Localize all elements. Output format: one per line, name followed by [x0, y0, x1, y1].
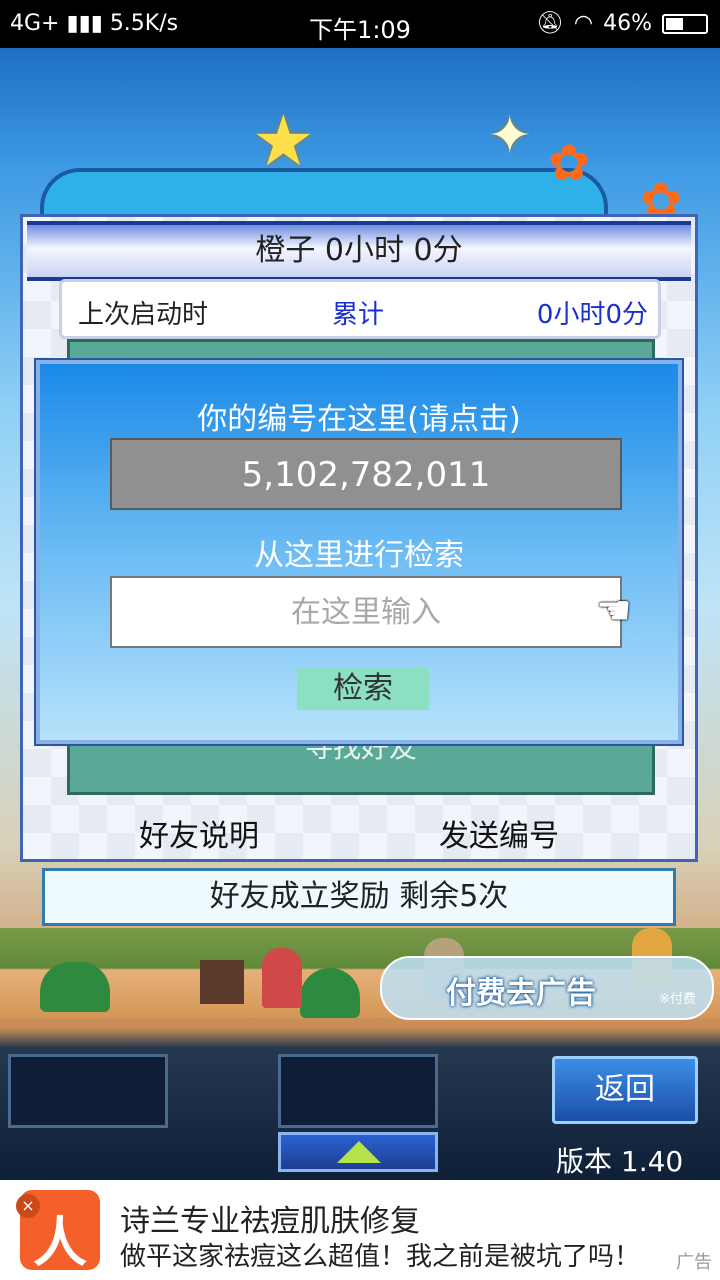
status-bar: 4G+ ▮▮▮ 5.5K/s 下午1:09 🔕︎ ◠ 46%	[0, 0, 720, 48]
menu-slot-left[interactable]	[8, 1054, 168, 1128]
remove-ads-button[interactable]: 付费去广告 ※付费	[380, 956, 714, 1020]
expand-menu-button[interactable]	[278, 1132, 438, 1172]
ad-title: 诗兰专业祛痘肌肤修复	[120, 1204, 420, 1239]
friend-help-button[interactable]: 好友说明	[139, 811, 259, 855]
mute-icon: 🔕︎	[535, 11, 564, 36]
pointing-hand-icon: ☚	[596, 588, 632, 634]
ad-tag: 广告	[676, 1252, 712, 1273]
remove-ads-label: 付费去广告	[446, 976, 596, 1011]
star-icon: ★	[252, 100, 315, 182]
your-id-label: 你的编号在这里(请点击)	[197, 402, 521, 437]
battery-percent: 46%	[603, 11, 652, 36]
status-right: 🔕︎ ◠ 46%	[536, 11, 708, 36]
friend-reward-bar: 好友成立奖励 剩余5次	[42, 868, 676, 926]
arrow-up-icon	[337, 1141, 381, 1163]
play-time-row: 上次启动时 累计 0小时0分	[59, 279, 661, 339]
last-launch-label: 上次启动时	[78, 300, 209, 330]
search-button[interactable]: 检索	[297, 668, 429, 710]
close-ad-icon[interactable]: ×	[16, 1194, 40, 1218]
cumulative-value: 0小时0分	[536, 300, 648, 330]
version-label: 版本 1.40	[556, 1145, 684, 1178]
remove-ads-note: ※付费	[659, 992, 696, 1007]
bush	[40, 962, 110, 1012]
sparkle-icon: ✦	[488, 106, 532, 166]
ad-banner[interactable]: 人 × 诗兰专业祛痘肌肤修复 做平这家祛痘这么超值！我之前是被坑了吗！ 广告	[0, 1180, 720, 1280]
menu-slot-center[interactable]	[278, 1054, 438, 1128]
search-label: 从这里进行检索	[254, 538, 464, 573]
back-button[interactable]: 返回	[552, 1056, 698, 1124]
your-id-value[interactable]: 5,102,782,011	[110, 438, 622, 510]
dialog-title: 橙子 0小时 0分	[27, 221, 691, 281]
girl-character	[262, 948, 302, 1008]
battery-icon	[662, 13, 708, 34]
wifi-icon: ◠	[573, 11, 594, 36]
send-id-button[interactable]: 发送编号	[439, 811, 559, 855]
dog-character	[200, 960, 244, 1004]
flower-icon: ✿	[548, 134, 590, 192]
ad-description: 做平这家祛痘这么超值！我之前是被坑了吗！	[120, 1242, 640, 1272]
search-input[interactable]: 在这里输入	[110, 576, 622, 648]
friend-search-popup: 你的编号在这里(请点击) 5,102,782,011 从这里进行检索 在这里输入…	[34, 358, 684, 746]
cumulative-label: 累计	[332, 300, 385, 330]
